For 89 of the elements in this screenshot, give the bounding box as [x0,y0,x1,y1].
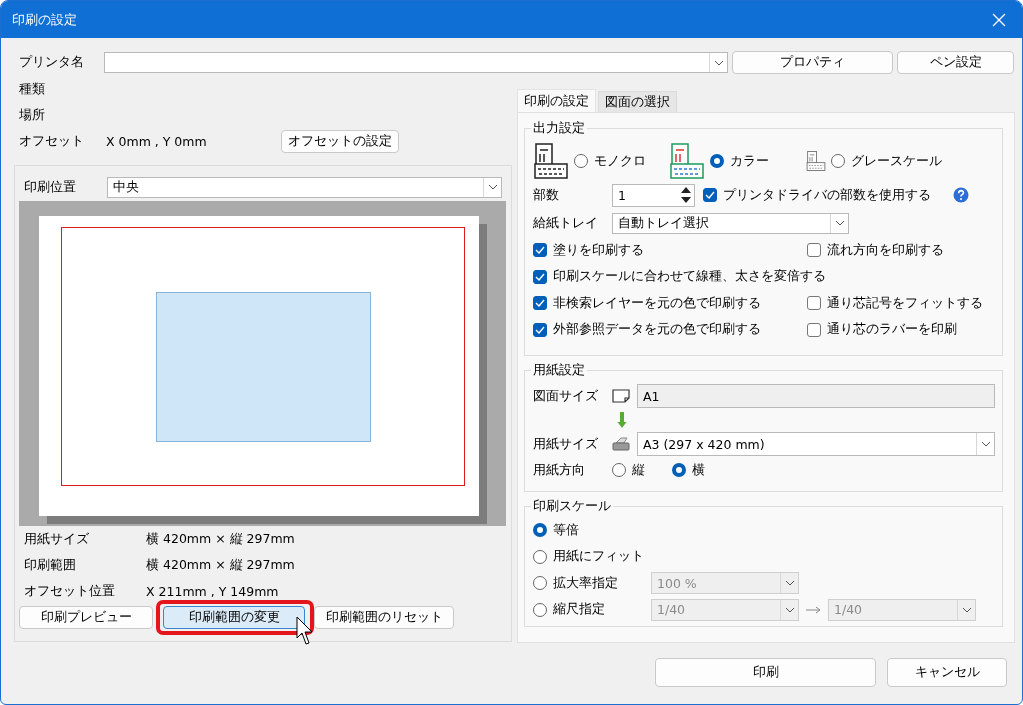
radio-label: グレースケール [851,152,942,170]
printer-icon [669,142,705,180]
mouse-cursor-icon [296,616,314,646]
radio-button[interactable] [533,549,547,564]
radio-label: 等倍 [553,521,579,539]
checkmark-icon [535,299,545,308]
field-value: 横 420mm × 縦 297mm [146,530,295,548]
checkmark-icon [535,325,545,334]
field-label: 用紙方向 [533,461,586,479]
radio-button[interactable] [533,523,547,538]
dropdown[interactable]: A3 (297 x 420 mm) [637,432,995,456]
printer-icon [533,142,569,180]
radio-label: モノクロ [594,152,646,170]
group-title: 出力設定 [531,120,587,137]
checkbox-label: 塗りを印刷する [553,241,644,259]
checkbox[interactable] [703,188,717,202]
dropdown[interactable]: 自動トレイ選択 [612,212,849,234]
chevron-down-icon [980,441,991,447]
radio-button[interactable] [574,154,588,168]
checkbox[interactable] [807,296,821,311]
checkbox[interactable] [807,243,821,258]
arrow-down-icon [617,411,627,429]
radio-label: 縦 [632,461,645,479]
button[interactable]: プロパティ [732,51,893,74]
checkmark-icon [535,246,545,255]
field-label: オフセット位置 [23,582,116,600]
radio-label: 拡大率指定 [553,574,618,592]
spin-arrows-icon [679,185,693,205]
button[interactable]: キャンセル [887,658,1007,687]
button[interactable]: 印刷範囲のリセット [314,606,454,629]
radio-label: 用紙にフィット [553,548,644,566]
checkbox-label: 非検索レイヤーを元の色で印刷する [553,294,761,312]
checkmark-icon [535,272,545,281]
close-icon [992,12,1006,27]
field-label: オフセット [18,132,85,150]
printer-icon [612,437,630,451]
chevron-down-icon [961,606,972,613]
field-label: 用紙サイズ [23,530,90,548]
field-label: 印刷範囲 [23,556,77,574]
field-label: 給紙トレイ [533,214,599,232]
radio-label: 縮尺指定 [553,601,605,619]
checkbox[interactable] [533,269,547,284]
checkbox[interactable] [533,322,547,337]
dropdown[interactable]: 中央 [107,176,502,198]
radio-label: 横 [692,461,705,479]
checkbox[interactable] [807,322,821,337]
radio-button[interactable] [672,463,686,477]
field-label: 印刷位置 [23,178,77,196]
button[interactable]: オフセットの設定 [281,129,399,153]
chevron-down-icon [487,184,498,190]
radio-button[interactable] [710,154,724,168]
field-label: 用紙サイズ [533,435,599,453]
field-value: 横 420mm × 縦 297mm [146,556,295,574]
checkbox[interactable] [533,296,547,311]
checkbox[interactable] [533,243,547,258]
group-title: 印刷スケール [531,498,613,515]
field-value: X 0mm , Y 0mm [106,133,208,149]
field-value: X 211mm , Y 149mm [146,583,279,599]
window-title: 印刷の設定 [12,10,77,29]
chevron-down-icon [713,59,724,66]
checkbox-label: プリンタドライバの部数を使用する [723,186,931,204]
checkbox-label: 通り芯のラバーを印刷 [827,321,957,339]
radio-button[interactable] [612,463,626,477]
chevron-down-icon [784,580,795,587]
field-label: 場所 [18,106,46,124]
radio-button[interactable] [831,154,845,168]
field-label: 図面サイズ [533,387,599,405]
checkbox-label: 外部参照データを元の色で印刷する [553,321,761,339]
chevron-down-icon [784,606,795,613]
tab[interactable]: 印刷の設定 [517,89,596,112]
chevron-down-icon [834,220,845,226]
checkmark-icon [705,191,715,199]
button[interactable]: 印刷プレビュー [19,606,153,629]
field-label: 部数 [533,186,560,204]
field-label: 種類 [18,80,46,98]
checkbox-label: 通り芯記号をフィットする [827,294,983,312]
button[interactable]: 印刷 [655,658,876,687]
checkbox-label: 流れ方向を印刷する [827,241,944,259]
help-icon [953,187,969,203]
checkbox-label: 印刷スケールに合わせて線種、太さを変倍する [553,268,826,286]
sheet-icon [612,389,630,403]
button[interactable]: ペン設定 [897,51,1014,74]
button[interactable]: 印刷範囲の変更 [163,606,305,629]
field-label: プリンタ名 [18,54,85,71]
radio-label: カラー [730,152,769,170]
arrow-right-icon [806,605,822,614]
group-title: 用紙設定 [531,362,587,379]
tab[interactable]: 図面の選択 [598,91,677,112]
number-spinner[interactable]: 1 [612,183,695,207]
